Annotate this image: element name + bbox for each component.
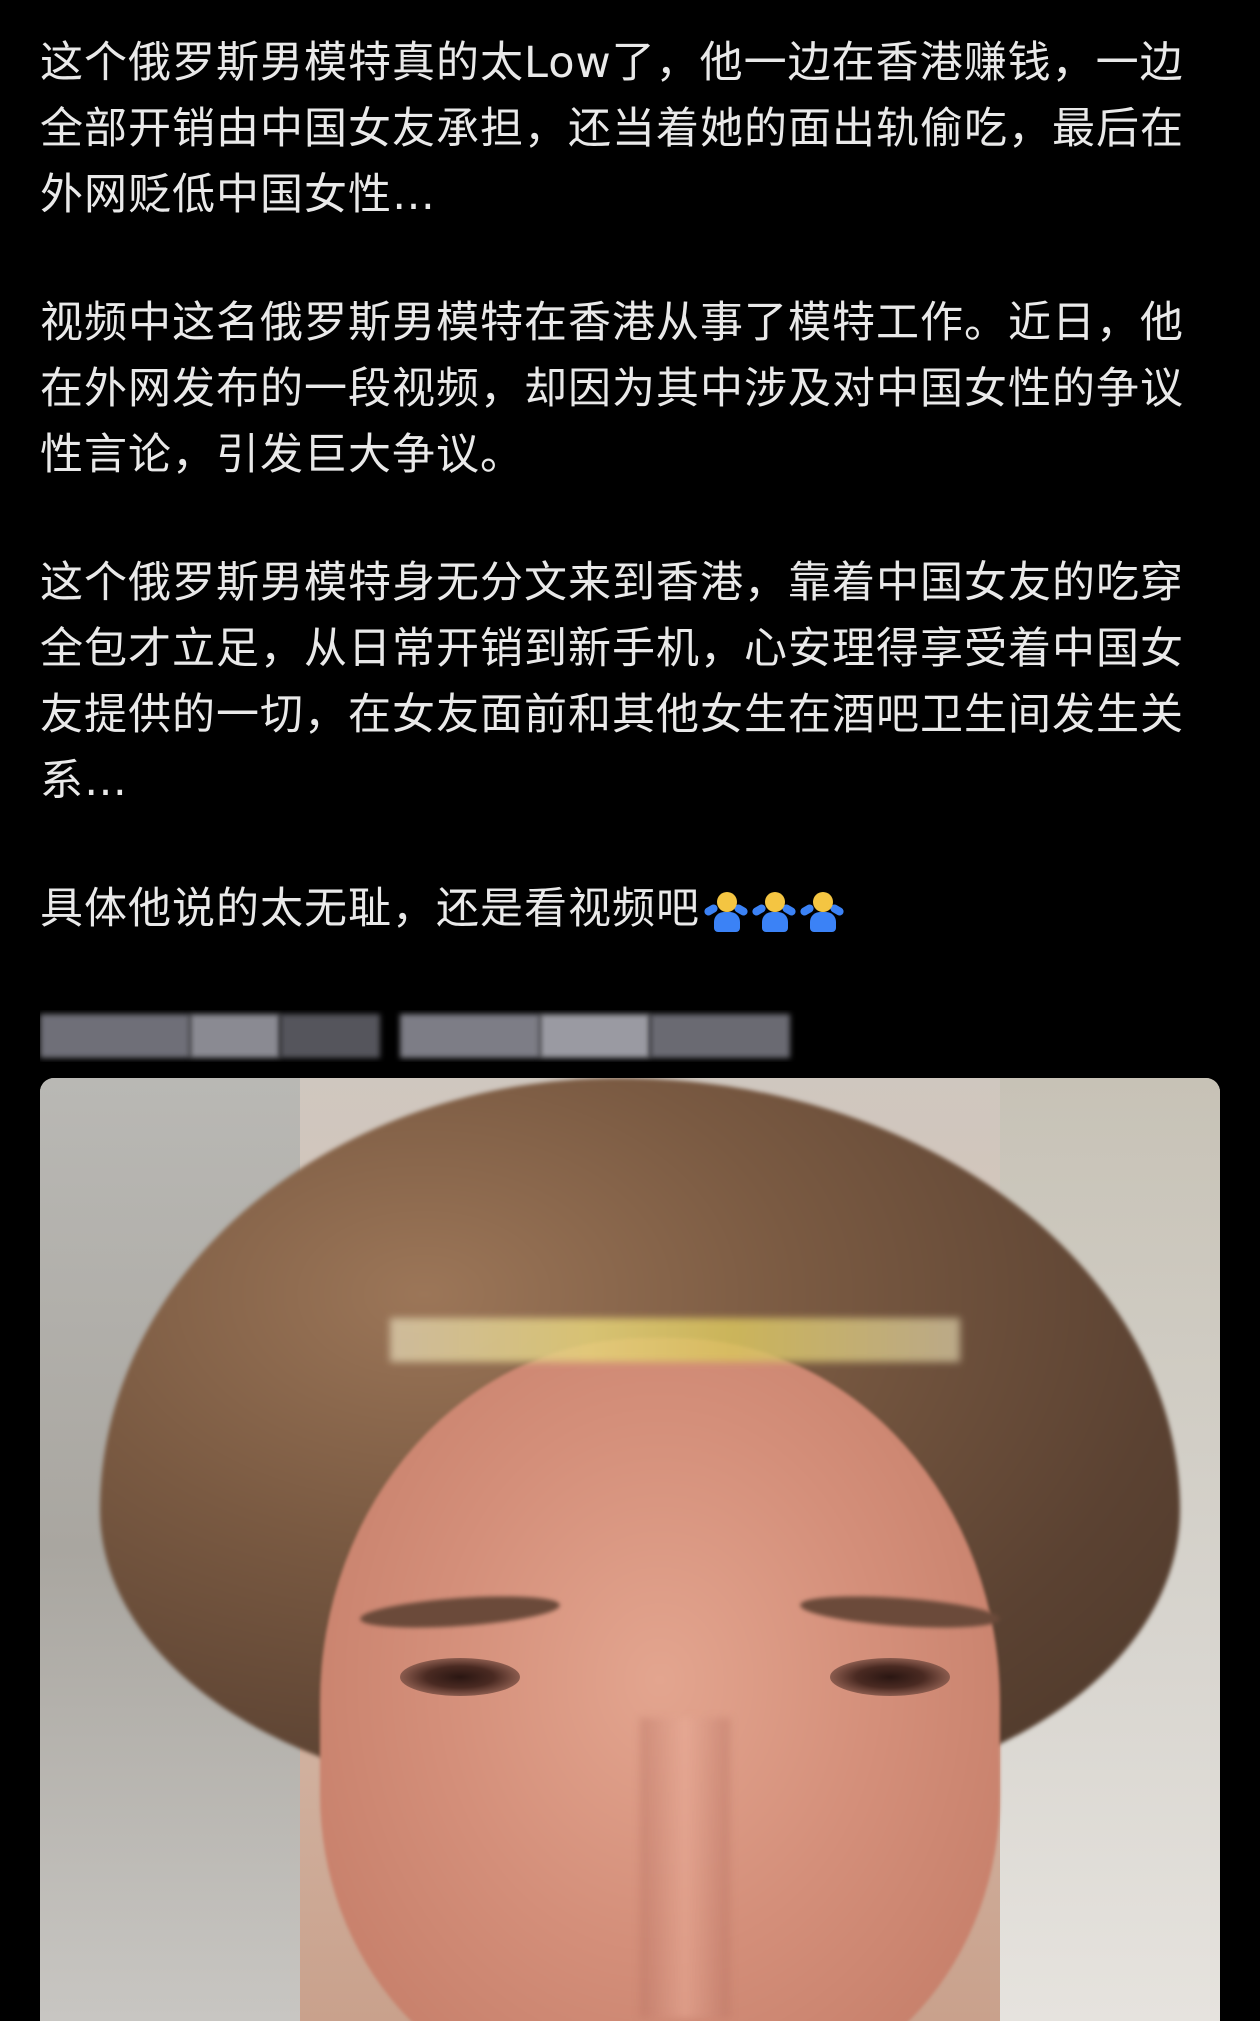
- video-subject-nose: [640, 1718, 730, 2018]
- blurred-text-segment: [400, 1014, 540, 1058]
- blurred-text-segment: [190, 1014, 280, 1058]
- person-shrugging-icon: [750, 890, 798, 934]
- video-subject-eye-left: [400, 1658, 520, 1696]
- video-thumbnail[interactable]: [40, 1078, 1220, 2021]
- post-paragraph-2: 视频中这名俄罗斯男模特在香港从事了模特工作。近日，他在外网发布的一段视频，却因为…: [40, 298, 1184, 480]
- blurred-text-segment: [540, 1014, 650, 1058]
- video-subject-eye-right: [830, 1658, 950, 1696]
- post-body: 这个俄罗斯男模特真的太Low了，他一边在香港赚钱，一边全部开销由中国女友承担，还…: [40, 30, 1225, 1004]
- blurred-text-segment: [40, 1014, 190, 1058]
- person-shrugging-icon: [798, 890, 846, 934]
- post-paragraph-4: 具体他说的太无耻，还是看视频吧: [40, 876, 1225, 942]
- pixelated-caption: [390, 1318, 960, 1362]
- blurred-text-segment: [280, 1014, 380, 1058]
- person-shrugging-icon: [702, 890, 750, 934]
- post-paragraph-4-text: 具体他说的太无耻，还是看视频吧: [40, 884, 700, 934]
- post-paragraph-1: 这个俄罗斯男模特真的太Low了，他一边在香港赚钱，一边全部开销由中国女友承担，还…: [40, 38, 1184, 220]
- blurred-text-segment: [650, 1014, 790, 1058]
- emoji-row: [702, 890, 846, 934]
- blurred-source-link: [40, 1010, 800, 1062]
- post-paragraph-3: 这个俄罗斯男模特身无分文来到香港，靠着中国女友的吃穿全包才立足，从日常开销到新手…: [40, 558, 1184, 806]
